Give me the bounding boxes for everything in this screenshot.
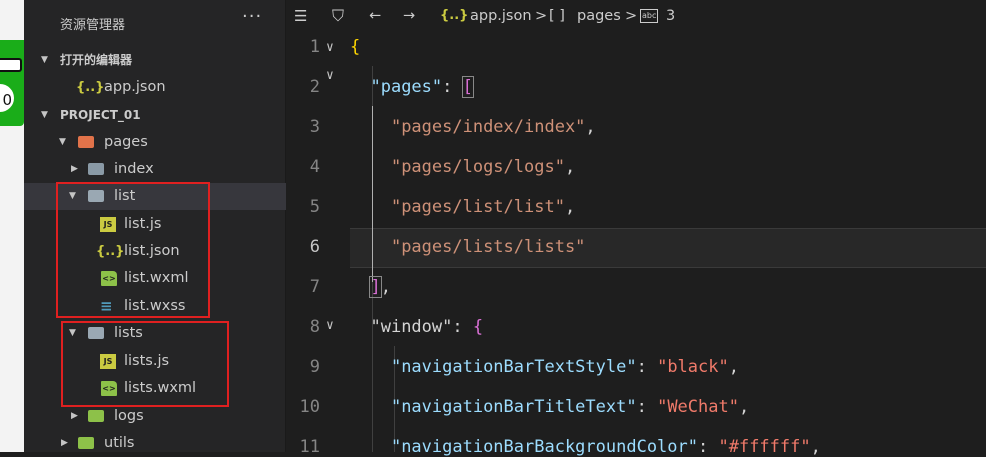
code-line: "pages/list/list", xyxy=(390,197,576,217)
code-line: "pages/logs/logs", xyxy=(390,157,576,177)
line-number: 2 xyxy=(309,77,320,97)
line-number: 8 xyxy=(309,317,320,337)
chevron-right-icon: ▶ xyxy=(61,438,68,448)
explorer-title: 资源管理器 xyxy=(60,18,126,33)
code-line: ], xyxy=(369,276,391,298)
line-number: 11 xyxy=(299,437,320,457)
battery-icon xyxy=(0,58,22,72)
string-icon: abc xyxy=(640,9,659,23)
line-number-current: 6 xyxy=(309,237,320,257)
chevron-down-icon: ▼ xyxy=(59,137,66,147)
breadcrumb-file[interactable]: app.json xyxy=(470,0,532,32)
tree-item-pages[interactable]: ▼ pages xyxy=(24,129,286,156)
explorer-sidebar: 资源管理器 ··· ▼ 打开的编辑器 {..} app.json ▼ PROJE… xyxy=(24,0,286,452)
line-number: 10 xyxy=(299,397,320,417)
breadcrumb: ☰ ⛉ ← → {..} app.json > [ ] pages > abc … xyxy=(286,0,986,32)
section-open-editors[interactable]: ▼ 打开的编辑器 xyxy=(24,47,286,73)
fold-chevron-icon[interactable]: ∨ xyxy=(326,318,334,333)
fold-chevron-icon[interactable]: ∨ xyxy=(326,68,334,83)
line-number: 5 xyxy=(309,197,320,217)
code-line: { xyxy=(350,37,361,57)
breadcrumb-index[interactable]: 3 xyxy=(666,0,675,32)
json-icon: {..} xyxy=(76,80,105,95)
line-number: 4 xyxy=(309,157,320,177)
back-arrow-icon[interactable]: ← xyxy=(369,0,381,32)
fold-chevron-icon[interactable]: ∨ xyxy=(326,40,334,55)
code-line: "navigationBarBackgroundColor": "#ffffff… xyxy=(390,437,821,457)
code-line: "navigationBarTextStyle": "black", xyxy=(390,357,739,377)
chevron-right-icon: ▶ xyxy=(71,164,78,174)
chevron-down-icon: ▼ xyxy=(41,110,48,120)
folder-icon xyxy=(78,436,94,451)
bookmark-icon[interactable]: ⛉ xyxy=(332,0,344,32)
tree-item-index[interactable]: ▶ index xyxy=(24,156,286,183)
line-number: 9 xyxy=(309,357,320,377)
code-line: "window": { xyxy=(370,317,484,337)
highlight-box-lists xyxy=(61,321,229,407)
code-line-current: "pages/lists/lists" xyxy=(390,237,586,257)
chevron-down-icon: ▼ xyxy=(41,55,48,65)
folder-open-icon xyxy=(78,135,94,150)
forward-arrow-icon[interactable]: → xyxy=(403,0,415,32)
code-line: "navigationBarTitleText": "WeChat", xyxy=(390,397,750,417)
highlight-box-list xyxy=(56,182,210,318)
folder-icon xyxy=(88,409,104,424)
list-icon[interactable]: ☰ xyxy=(294,0,307,32)
simulator-edge: 0 xyxy=(0,0,24,452)
open-editor-item[interactable]: {..} app.json xyxy=(24,74,286,101)
line-number: 1 xyxy=(309,37,320,57)
array-icon: [ ] xyxy=(549,8,565,24)
tree-item-logs[interactable]: ▶ logs xyxy=(24,403,286,430)
breadcrumb-key[interactable]: pages xyxy=(577,0,621,32)
line-number: 7 xyxy=(309,277,320,297)
section-project[interactable]: ▼ PROJECT_01 xyxy=(24,102,286,128)
folder-icon xyxy=(88,162,104,177)
code-editor[interactable]: ☰ ⛉ ← → {..} app.json > [ ] pages > abc … xyxy=(286,0,986,457)
json-icon: {..} xyxy=(440,8,469,23)
code-line: "pages/index/index", xyxy=(390,117,596,137)
line-number: 3 xyxy=(309,117,320,137)
code-line: "pages": [ xyxy=(370,76,474,98)
more-actions-icon[interactable]: ··· xyxy=(242,6,262,27)
chevron-right-icon: ▶ xyxy=(71,411,78,421)
tree-item-utils[interactable]: ▶ utils xyxy=(24,430,286,457)
